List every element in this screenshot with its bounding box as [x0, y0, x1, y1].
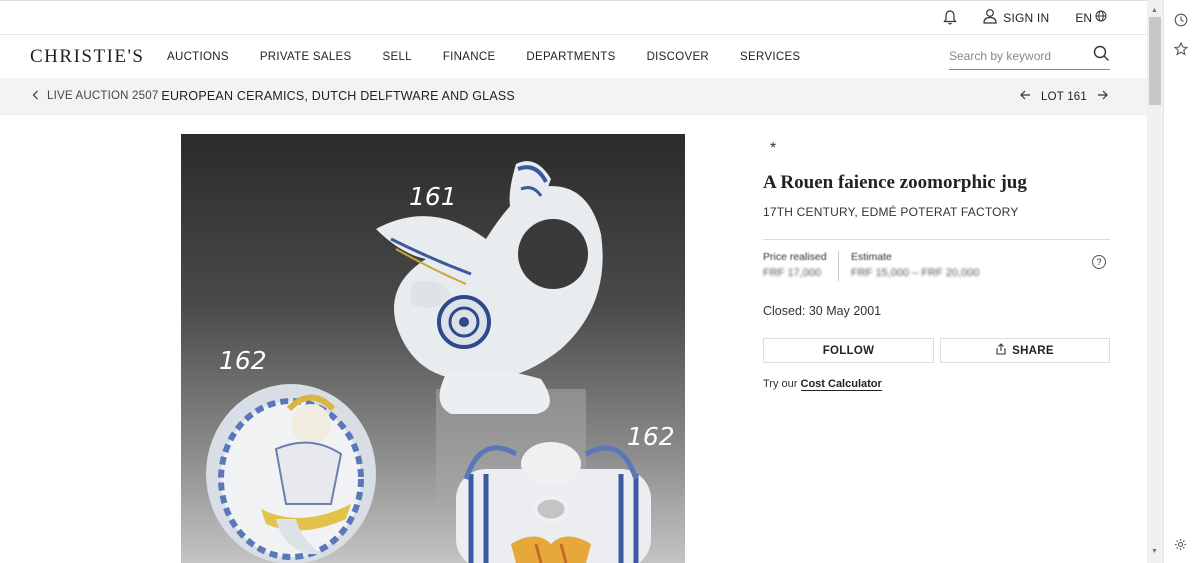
user-icon [983, 8, 997, 27]
search-input[interactable] [949, 49, 1079, 63]
divider [763, 239, 1110, 240]
closed-date: Closed: 30 May 2001 [763, 304, 882, 318]
photo-label-161: 161 [409, 182, 457, 211]
photo-label-162-left: 162 [219, 346, 267, 375]
photo-label-162-right: 162 [627, 422, 675, 451]
nav-sell[interactable]: SELL [383, 51, 412, 63]
calc-prefix: Try our [763, 378, 801, 390]
share-label: SHARE [1012, 344, 1054, 357]
estimate-value: FRF 15,000 – FRF 20,000 [851, 267, 980, 279]
main-navigation: CHRISTIE'S AUCTIONS PRIVATE SALES SELL F… [0, 34, 1147, 78]
scrollbar-thumb[interactable] [1149, 17, 1161, 105]
auction-number[interactable]: LIVE AUCTION 2507 [47, 90, 158, 102]
auction-title[interactable]: EUROPEAN CERAMICS, DUTCH DELFTWARE AND G… [161, 89, 515, 103]
lot-number: LOT 161 [1041, 90, 1087, 103]
search-box [949, 43, 1110, 70]
nav-services[interactable]: SERVICES [740, 51, 800, 63]
sign-in-label: SIGN IN [1003, 10, 1050, 25]
lot-photo[interactable]: 161 162 162 [181, 134, 685, 563]
lot-symbol-asterisk: * [770, 140, 777, 157]
chevron-left-icon [32, 90, 39, 103]
language-label: EN [1075, 10, 1092, 25]
lot-navigation: LOT 161 [1020, 78, 1108, 115]
nav-discover[interactable]: DISCOVER [647, 51, 709, 63]
price-realised: Price realised FRF 17,000 [763, 251, 839, 281]
next-lot-arrow-icon[interactable] [1097, 90, 1108, 103]
follow-button[interactable]: FOLLOW [763, 338, 934, 363]
browser-side-panel [1163, 0, 1200, 563]
cost-calculator-link[interactable]: Cost Calculator [800, 378, 882, 391]
nav-auctions[interactable]: AUCTIONS [167, 51, 229, 63]
help-icon[interactable]: ? [1092, 255, 1106, 269]
globe-icon [1095, 10, 1107, 25]
share-icon [996, 343, 1006, 358]
scroll-down-arrow-icon[interactable]: ▼ [1151, 548, 1158, 555]
favorites-star-icon[interactable] [1173, 41, 1189, 61]
previous-lot-arrow-icon[interactable] [1020, 90, 1031, 103]
notifications-bell-icon[interactable] [935, 3, 965, 33]
nav-departments[interactable]: DEPARTMENTS [526, 51, 615, 63]
page-scrollbar[interactable]: ▲ ▼ [1147, 0, 1163, 563]
lot-subtitle: 17TH CENTURY, EDMÉ POTERAT FACTORY [763, 205, 1019, 219]
nav-private-sales[interactable]: PRIVATE SALES [260, 51, 352, 63]
search-icon[interactable] [1093, 45, 1110, 67]
utility-bar: SIGN IN EN [0, 0, 1147, 34]
lot-content: 161 162 162 * A Rouen faience zoomorphic… [0, 115, 1147, 563]
estimate: Estimate FRF 15,000 – FRF 20,000 [851, 251, 979, 279]
price-realised-label: Price realised [763, 251, 827, 263]
share-button[interactable]: SHARE [940, 338, 1110, 363]
follow-label: FOLLOW [822, 344, 875, 357]
settings-gear-icon[interactable] [1174, 538, 1187, 556]
breadcrumb[interactable]: LIVE AUCTION 2507 EUROPEAN CERAMICS, DUT… [32, 89, 515, 103]
history-clock-icon[interactable] [1174, 13, 1188, 32]
christies-logo[interactable]: CHRISTIE'S [30, 46, 167, 68]
price-estimate-block: Price realised FRF 17,000 Estimate FRF 1… [763, 251, 1110, 283]
lot-title: A Rouen faience zoomorphic jug [763, 172, 1027, 193]
price-realised-value: FRF 17,000 [763, 267, 822, 279]
scroll-up-arrow-icon[interactable]: ▲ [1151, 7, 1158, 14]
sign-in-link[interactable]: SIGN IN [983, 8, 1049, 27]
nav-menu: AUCTIONS PRIVATE SALES SELL FINANCE DEPA… [167, 51, 831, 63]
cost-calculator-line: Try our Cost Calculator [763, 378, 882, 391]
breadcrumb-bar: LIVE AUCTION 2507 EUROPEAN CERAMICS, DUT… [0, 78, 1147, 115]
estimate-label: Estimate [851, 251, 892, 263]
nav-finance[interactable]: FINANCE [443, 51, 496, 63]
language-selector[interactable]: EN [1075, 10, 1107, 25]
